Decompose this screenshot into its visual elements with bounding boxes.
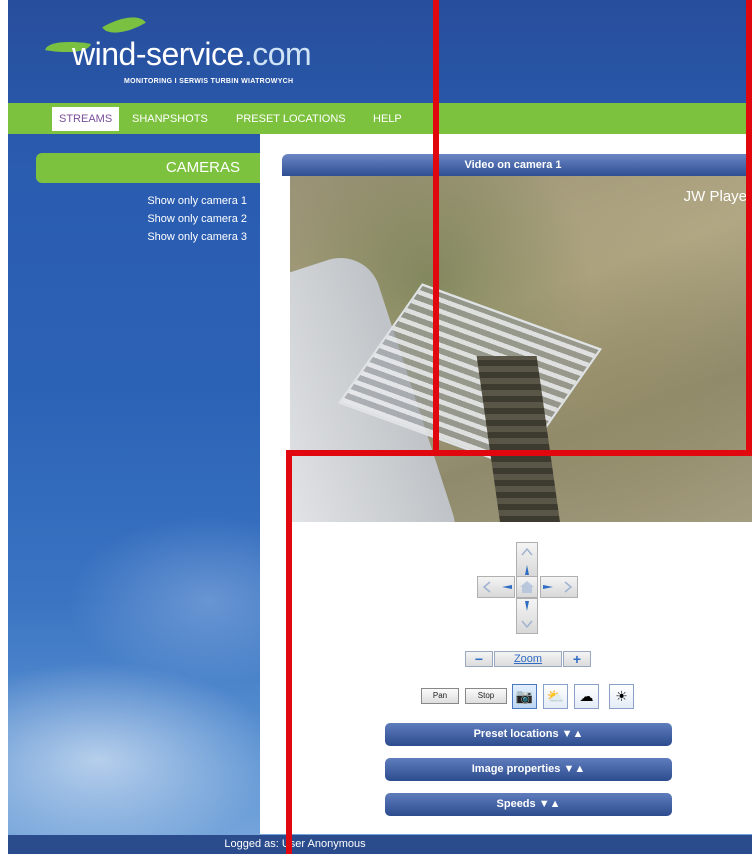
player-watermark: JW Player bbox=[683, 188, 752, 205]
pan-up-button[interactable] bbox=[516, 542, 538, 578]
tab-help[interactable]: HELP bbox=[373, 107, 402, 131]
pan-left-button[interactable] bbox=[477, 576, 515, 598]
zoom-out-button[interactable]: − bbox=[465, 651, 493, 667]
cloud-sun-icon[interactable]: ⛅ bbox=[543, 684, 568, 709]
highlight-frame-line bbox=[433, 0, 439, 452]
highlight-frame-line bbox=[286, 450, 292, 854]
tab-preset-locations[interactable]: PRESET LOCATIONS bbox=[236, 107, 346, 131]
speeds-toggle[interactable]: Speeds ▼▲ bbox=[385, 793, 672, 816]
chevron-right-icon bbox=[543, 581, 573, 593]
sidebar-item-camera-3[interactable]: Show only camera 3 bbox=[147, 231, 247, 243]
preset-locations-toggle[interactable]: Preset locations ▼▲ bbox=[385, 723, 672, 746]
camera-icon[interactable]: 📷 bbox=[512, 684, 537, 709]
zoom-in-button[interactable]: + bbox=[563, 651, 591, 667]
zoom-label[interactable]: Zoom bbox=[494, 651, 562, 667]
main-nav: STREAMS SHANPSHOTS PRESET LOCATIONS HELP bbox=[8, 103, 752, 134]
video-player[interactable]: JW Player bbox=[290, 176, 752, 522]
chevron-down-icon bbox=[521, 601, 533, 629]
pan-right-button[interactable] bbox=[540, 576, 578, 598]
logo-text: wind-service.com bbox=[72, 36, 312, 72]
video-title-bar: Video on camera 1 bbox=[282, 154, 752, 176]
chevron-up-icon bbox=[521, 547, 533, 575]
pan-button[interactable]: Pan bbox=[421, 688, 459, 704]
cameras-heading: CAMERAS bbox=[36, 153, 262, 183]
night-sun-icon[interactable]: ☀ bbox=[609, 684, 634, 709]
highlight-frame-line bbox=[286, 450, 752, 456]
highlight-frame-line bbox=[746, 0, 752, 452]
stop-button[interactable]: Stop bbox=[465, 688, 507, 704]
chevron-left-icon bbox=[482, 581, 512, 593]
sidebar-item-camera-2[interactable]: Show only camera 2 bbox=[147, 213, 247, 225]
pan-down-button[interactable] bbox=[516, 598, 538, 634]
sidebar-item-camera-1[interactable]: Show only camera 1 bbox=[147, 195, 247, 207]
logo-tagline: MONITORING I SERWIS TURBIN WIATROWYCH bbox=[124, 78, 294, 85]
home-button[interactable] bbox=[516, 576, 538, 598]
status-footer: Logged as: User Anonymous bbox=[8, 835, 752, 854]
site-header: wind-service.com MONITORING I SERWIS TUR… bbox=[8, 0, 752, 103]
cloud-moon-icon[interactable]: ☁ bbox=[574, 684, 599, 709]
site-logo[interactable]: wind-service.com MONITORING I SERWIS TUR… bbox=[44, 7, 344, 94]
image-properties-toggle[interactable]: Image properties ▼▲ bbox=[385, 758, 672, 781]
tab-streams[interactable]: STREAMS bbox=[52, 107, 120, 131]
home-icon bbox=[520, 581, 534, 593]
tab-snapshots[interactable]: SHANPSHOTS bbox=[132, 107, 208, 131]
